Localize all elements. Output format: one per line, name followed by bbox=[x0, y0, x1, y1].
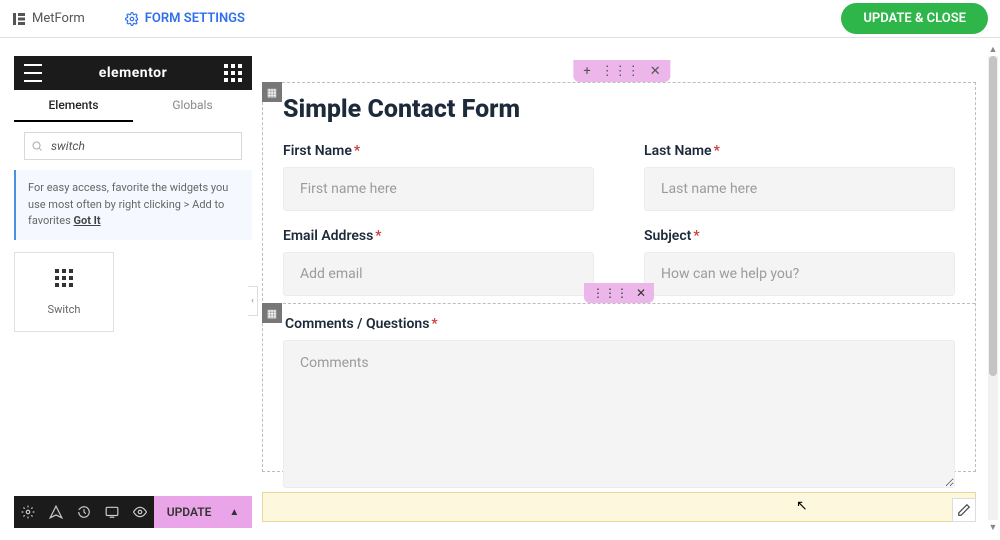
field-email: Email Address* bbox=[283, 228, 594, 296]
section-close-icon[interactable]: ✕ bbox=[650, 64, 661, 79]
footer-responsive-icon[interactable] bbox=[98, 496, 126, 528]
required-asterisk: * bbox=[431, 316, 437, 332]
update-and-close-button[interactable]: UPDATE & CLOSE bbox=[841, 3, 988, 34]
subject-input[interactable] bbox=[644, 252, 955, 296]
chevron-up-icon: ▲ bbox=[229, 507, 239, 518]
widget-switch[interactable]: Switch bbox=[14, 252, 114, 332]
edit-widget-button[interactable] bbox=[952, 498, 976, 522]
footer-settings-icon[interactable] bbox=[14, 496, 42, 528]
field-last-name: Last Name* bbox=[644, 143, 955, 211]
selected-widget-band[interactable] bbox=[262, 492, 976, 522]
brand: MetForm bbox=[12, 11, 85, 26]
footer-preview-icon[interactable] bbox=[126, 496, 154, 528]
form-row-1: First Name* Last Name* bbox=[283, 143, 955, 211]
gear-icon bbox=[125, 12, 139, 26]
required-asterisk: * bbox=[693, 228, 699, 244]
inner-drag-icon[interactable]: ⋮⋮⋮ bbox=[592, 286, 628, 300]
section-add-icon[interactable]: + bbox=[583, 64, 590, 79]
editor-canvas: + ⋮⋮⋮ ✕ ▦ Simple Contact Form First Name… bbox=[260, 56, 984, 532]
panel-collapse-handle[interactable]: ‹ bbox=[248, 286, 258, 316]
footer-update-label: UPDATE bbox=[167, 505, 212, 519]
scrollbar-thumb[interactable] bbox=[989, 56, 997, 376]
panel-logo: elementor bbox=[99, 65, 167, 81]
hamburger-icon[interactable] bbox=[24, 64, 42, 82]
required-asterisk: * bbox=[375, 228, 381, 244]
switch-icon bbox=[54, 268, 74, 293]
footer-update-button[interactable]: UPDATE ▲ bbox=[154, 496, 252, 528]
required-asterisk: * bbox=[714, 143, 720, 159]
column-handle-icon[interactable]: ▦ bbox=[262, 303, 282, 323]
widget-switch-label: Switch bbox=[48, 303, 81, 316]
canvas-scrollbar[interactable]: ▲ ▼ bbox=[988, 56, 998, 520]
tab-globals[interactable]: Globals bbox=[133, 90, 252, 122]
comments-section[interactable]: ▦ Comments / Questions* bbox=[263, 303, 975, 512]
panel-footer: UPDATE ▲ bbox=[14, 496, 252, 528]
inner-section-toolbar: ⋮⋮⋮ ✕ bbox=[584, 283, 654, 303]
scroll-up-arrow[interactable]: ▲ bbox=[988, 44, 998, 54]
favorite-tip: For easy access, favorite the widgets yo… bbox=[14, 170, 252, 240]
column-handle-icon[interactable]: ▦ bbox=[262, 82, 282, 102]
field-first-name: First Name* bbox=[283, 143, 594, 211]
field-subject: Subject* bbox=[644, 228, 955, 296]
first-name-label: First Name* bbox=[283, 143, 594, 159]
footer-navigator-icon[interactable] bbox=[42, 496, 70, 528]
brand-label: MetForm bbox=[32, 11, 85, 26]
form-settings-label: FORM SETTINGS bbox=[145, 11, 245, 26]
widget-search-input[interactable] bbox=[24, 132, 242, 160]
panel-header: elementor bbox=[14, 56, 252, 90]
tab-elements[interactable]: Elements bbox=[14, 90, 133, 122]
section-toolbar: + ⋮⋮⋮ ✕ bbox=[573, 60, 670, 82]
top-bar: MetForm FORM SETTINGS UPDATE & CLOSE bbox=[0, 0, 1000, 38]
tip-gotit-link[interactable]: Got It bbox=[74, 214, 101, 227]
form-section[interactable]: ▦ Simple Contact Form First Name* Last N… bbox=[262, 82, 976, 472]
comments-label: Comments / Questions* bbox=[285, 316, 955, 332]
comments-textarea[interactable] bbox=[283, 340, 955, 488]
section-drag-icon[interactable]: ⋮⋮⋮ bbox=[601, 64, 640, 79]
search-icon bbox=[31, 140, 43, 152]
elements-panel: elementor Elements Globals For easy acce… bbox=[14, 56, 252, 332]
email-label: Email Address* bbox=[283, 228, 594, 244]
form-title: Simple Contact Form bbox=[283, 95, 520, 124]
widget-search bbox=[24, 132, 242, 160]
last-name-label: Last Name* bbox=[644, 143, 955, 159]
scroll-down-arrow[interactable]: ▼ bbox=[988, 522, 998, 532]
email-input[interactable] bbox=[283, 252, 594, 296]
form-settings-link[interactable]: FORM SETTINGS bbox=[125, 11, 245, 26]
required-asterisk: * bbox=[354, 143, 360, 159]
elementor-logo-icon bbox=[12, 12, 26, 26]
last-name-input[interactable] bbox=[644, 167, 955, 211]
panel-tabs: Elements Globals bbox=[14, 90, 252, 122]
pencil-icon bbox=[957, 503, 971, 517]
first-name-input[interactable] bbox=[283, 167, 594, 211]
subject-label: Subject* bbox=[644, 228, 955, 244]
inner-close-icon[interactable]: ✕ bbox=[636, 286, 646, 300]
grid-toggle-icon[interactable] bbox=[224, 64, 242, 82]
footer-history-icon[interactable] bbox=[70, 496, 98, 528]
tip-text: For easy access, favorite the widgets yo… bbox=[28, 181, 228, 227]
